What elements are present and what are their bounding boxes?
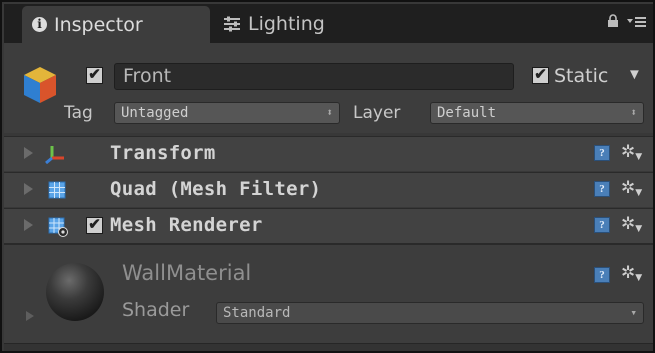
help-icon[interactable]: ?	[594, 145, 610, 161]
active-checkbox[interactable]: ✔	[86, 67, 103, 84]
bottom-divider	[4, 343, 653, 351]
component-transform[interactable]: Transform ? ✲▼	[4, 136, 653, 171]
object-header: ✔ Front ✔ Static ▼ Tag Untagged ⬍ Layer …	[4, 43, 653, 133]
layer-dropdown[interactable]: Default ⬍	[430, 102, 644, 124]
shader-dropdown-arrow-icon: ▾	[630, 306, 637, 319]
material-preview-sphere	[46, 263, 104, 321]
static-label: Static	[554, 65, 609, 87]
layer-dropdown-arrow-icon: ⬍	[630, 106, 637, 119]
help-icon[interactable]: ?	[594, 267, 610, 283]
inspector-window: i Inspector Lighting ✔ Front ✔ Static ▼ …	[0, 0, 655, 353]
static-checkbox[interactable]: ✔	[532, 67, 549, 84]
gear-icon[interactable]: ✲▼	[621, 214, 642, 234]
transform-axes-icon	[45, 146, 64, 164]
mesh-filter-grid-icon	[48, 181, 66, 199]
panel-menu-icon[interactable]	[627, 14, 647, 28]
component-mesh-renderer[interactable]: ✔ Mesh Renderer ? ✲▼	[4, 208, 653, 243]
tag-dropdown[interactable]: Untagged ⬍	[114, 102, 340, 124]
help-icon[interactable]: ?	[594, 181, 610, 197]
mesh-renderer-enabled-checkbox[interactable]: ✔	[86, 217, 103, 234]
foldout-arrow-icon[interactable]	[24, 219, 33, 231]
component-title: Transform	[110, 142, 216, 164]
tab-lighting-label: Lighting	[248, 12, 325, 35]
gear-icon[interactable]: ✲▼	[621, 263, 642, 283]
gear-icon[interactable]: ✲▼	[621, 142, 642, 162]
lighting-sliders-icon	[224, 16, 240, 31]
material-name: WallMaterial	[122, 261, 252, 285]
material-section: WallMaterial ? ✲▼ Shader Standard ▾	[4, 243, 653, 343]
layer-label: Layer	[353, 103, 401, 123]
object-name-field[interactable]: Front	[114, 63, 514, 90]
shader-label: Shader	[122, 299, 190, 321]
tag-value: Untagged	[121, 105, 189, 121]
gear-icon[interactable]: ✲▼	[621, 178, 642, 198]
component-title: Mesh Renderer	[110, 214, 263, 236]
tag-dropdown-arrow-icon: ⬍	[326, 106, 333, 119]
shader-value: Standard	[223, 305, 291, 321]
mesh-renderer-icon	[48, 217, 68, 237]
component-title: Quad (Mesh Filter)	[110, 178, 322, 200]
shader-dropdown[interactable]: Standard ▾	[216, 302, 644, 324]
static-dropdown-arrow-icon[interactable]: ▼	[627, 67, 642, 84]
material-foldout-arrow-icon[interactable]	[26, 311, 34, 321]
info-icon: i	[32, 17, 47, 32]
lock-icon[interactable]	[607, 14, 619, 28]
layer-value: Default	[437, 105, 497, 121]
gameobject-cube-icon	[24, 67, 56, 103]
tab-lighting[interactable]: Lighting	[222, 4, 325, 43]
tabbar-controls	[607, 14, 647, 28]
tag-label: Tag	[64, 103, 93, 123]
foldout-arrow-icon[interactable]	[24, 147, 33, 159]
tab-inspector[interactable]: i Inspector	[22, 6, 210, 43]
tab-inspector-label: Inspector	[54, 13, 143, 36]
component-mesh-filter[interactable]: Quad (Mesh Filter) ? ✲▼	[4, 172, 653, 207]
foldout-arrow-icon[interactable]	[24, 183, 33, 195]
help-icon[interactable]: ?	[594, 217, 610, 233]
tab-bar: i Inspector Lighting	[4, 4, 653, 43]
